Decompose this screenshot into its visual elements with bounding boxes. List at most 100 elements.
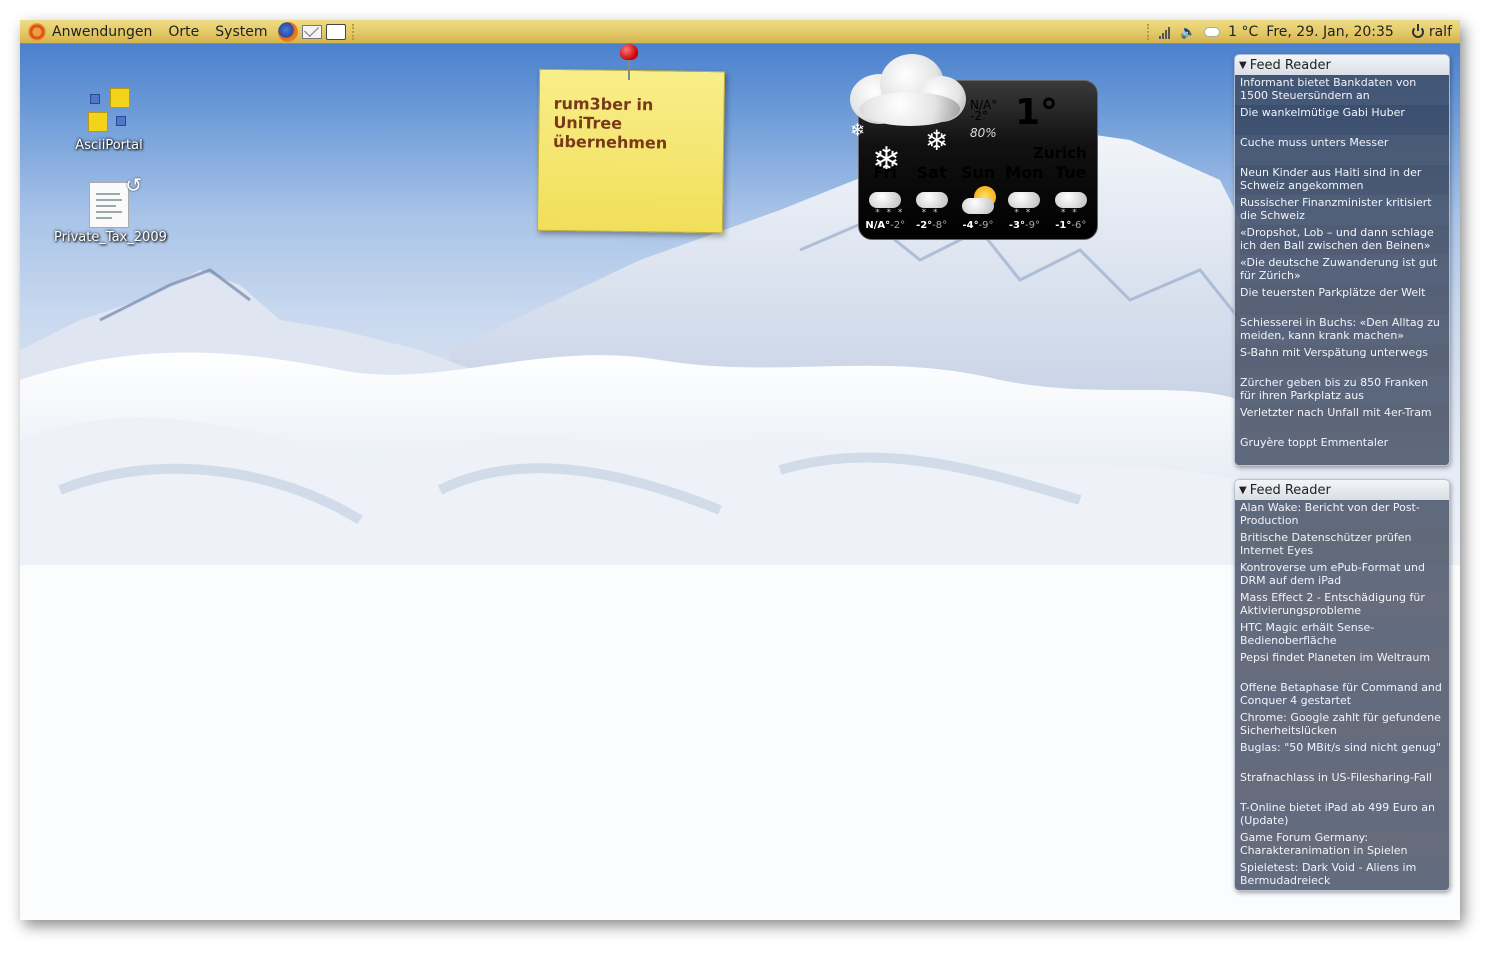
ascii-portal-icon: [84, 86, 134, 136]
forecast-high: -2°: [916, 220, 933, 231]
feed-item[interactable]: Chrome: Google zahlt für gefundene Siche…: [1235, 710, 1449, 740]
forecast-low: -9°: [1024, 220, 1040, 231]
forecast-day-name: Sat: [916, 163, 947, 182]
snow-cloud-icon: * *: [1004, 184, 1044, 218]
forecast-high: -4°: [962, 220, 979, 231]
weather-current-condition: N/A° -2°: [970, 99, 997, 123]
forecast-day-name: Tue: [1055, 163, 1087, 182]
chat-icon: [325, 23, 346, 40]
forecast-day-name: Fri: [873, 163, 897, 182]
forecast-day: Mon * * -3°-9°: [1001, 163, 1047, 231]
feed-reader-header[interactable]: ▼ Feed Reader: [1235, 480, 1449, 500]
feed-reader-2: ▼ Feed Reader Alan Wake: Bericht von der…: [1234, 479, 1450, 891]
feed-item[interactable]: Offene Betaphase für Command and Conquer…: [1235, 680, 1449, 710]
forecast-day-name: Sun: [960, 163, 996, 182]
weather-humidity: 80%: [970, 126, 997, 140]
top-panel: Anwendungen Orte System 🔈 1 °C Fre, 29. …: [20, 20, 1460, 44]
feed-reader-1: ▼ Feed Reader Informant bietet Bankdaten…: [1234, 54, 1450, 466]
feed-item[interactable]: Informant bietet Bankdaten von 1500 Steu…: [1235, 75, 1449, 105]
feed-item[interactable]: Die teuersten Parkplätze der Welt: [1235, 285, 1449, 315]
forecast-low: -2°: [890, 220, 906, 231]
feed-item[interactable]: Neun Kinder aus Haiti sind in der Schwei…: [1235, 165, 1449, 195]
snowflake-icon: ❄: [925, 124, 949, 157]
desktop-icon-label: Private_Tax_2009: [54, 230, 167, 245]
sticky-note-text[interactable]: rum3ber in UniTree übernehmen: [553, 94, 710, 153]
snow-cloud-icon: * *: [912, 184, 952, 218]
clock[interactable]: Fre, 29. Jan, 20:35: [1266, 24, 1394, 40]
weather-tray-icon[interactable]: [1204, 27, 1221, 37]
snow-cloud-icon: * * *: [865, 184, 905, 218]
tray-temperature[interactable]: 1 °C: [1228, 24, 1258, 40]
panel-grip: [351, 23, 358, 40]
push-pin-icon: [620, 44, 638, 94]
feed-item[interactable]: Cuche muss unters Messer: [1235, 135, 1449, 165]
power-icon: [1411, 24, 1424, 38]
weather-city: Zurich: [1033, 144, 1087, 162]
forecast-low: -8°: [932, 220, 948, 231]
forecast-day: Sat * * -2°-8°: [908, 163, 954, 231]
desktop: Anwendungen Orte System 🔈 1 °C Fre, 29. …: [20, 20, 1460, 920]
collapse-triangle-icon[interactable]: ▼: [1239, 485, 1247, 496]
weather-forecast: Fri * * * N/A°-2° Sat * * -2°-8° Sun -4°…: [860, 163, 1096, 231]
feed-item[interactable]: Game Forum Germany: Charakteranimation i…: [1235, 830, 1449, 860]
feed-item[interactable]: «Die deutsche Zuwanderung ist gut für Zü…: [1235, 255, 1449, 285]
system-menu[interactable]: System: [207, 20, 275, 44]
places-menu[interactable]: Orte: [160, 20, 207, 44]
snowflake-icon: ❄: [850, 120, 866, 141]
mail-icon: [301, 24, 322, 39]
chat-launcher[interactable]: [325, 21, 347, 43]
feed-item[interactable]: Buglas: "50 MBit/s sind nicht genug": [1235, 740, 1449, 770]
desktop-icon-label: AsciiPortal: [75, 138, 143, 153]
tray-grip: [1146, 24, 1153, 40]
forecast-day: Sun -4°-9°: [955, 163, 1001, 231]
feed-item[interactable]: Alan Wake: Bericht von der Post-Producti…: [1235, 500, 1449, 530]
feed-item[interactable]: Schiesserei in Buchs: «Den Alltag zu mei…: [1235, 315, 1449, 345]
feed-item[interactable]: Gruyère toppt Emmentaler: [1235, 435, 1449, 465]
cloud-icon: [840, 48, 970, 128]
feed-item[interactable]: Kontroverse um ePub-Format und DRM auf d…: [1235, 560, 1449, 590]
feed-item[interactable]: HTC Magic erhält Sense-Bedienoberfläche: [1235, 620, 1449, 650]
desktop-icon-asciiportal[interactable]: AsciiPortal: [54, 86, 164, 153]
feed-item[interactable]: Verletzter nach Unfall mit 4er-Tram: [1235, 405, 1449, 435]
feed-item[interactable]: «Dropshot, Lob – und dann schlage ich de…: [1235, 225, 1449, 255]
feed-item[interactable]: T-Online bietet iPad ab 499 Euro an (Upd…: [1235, 800, 1449, 830]
firefox-launcher[interactable]: [277, 21, 299, 43]
forecast-high: -1°: [1055, 220, 1072, 231]
applications-menu[interactable]: Anwendungen: [20, 20, 160, 44]
network-signal-icon[interactable]: [1158, 25, 1170, 39]
feed-item[interactable]: Britische Datenschützer prüfen Internet …: [1235, 530, 1449, 560]
user-name: ralf: [1428, 24, 1452, 40]
collapse-triangle-icon[interactable]: ▼: [1239, 60, 1247, 71]
feed-item[interactable]: Russischer Finanzminister kritisiert die…: [1235, 195, 1449, 225]
snow-cloud-icon: * *: [1051, 184, 1091, 218]
feed-reader-title: Feed Reader: [1249, 482, 1331, 498]
feed-item[interactable]: S-Bahn mit Verspätung unterwegs: [1235, 345, 1449, 375]
feed-reader-header[interactable]: ▼ Feed Reader: [1235, 55, 1449, 75]
partly-sunny-icon: [958, 184, 998, 218]
forecast-day: Fri * * * N/A°-2°: [862, 163, 908, 231]
applications-menu-label: Anwendungen: [52, 23, 153, 40]
feed-item[interactable]: Strafnachlass in US-Filesharing-Fall: [1235, 770, 1449, 800]
feed-reader-title: Feed Reader: [1249, 57, 1331, 73]
feed-item[interactable]: Pepsi findet Planeten im Weltraum: [1235, 650, 1449, 680]
system-tray: 🔈 1 °C Fre, 29. Jan, 20:35 ralf: [1143, 20, 1460, 44]
places-menu-label: Orte: [168, 23, 200, 40]
forecast-low: -9°: [978, 220, 994, 231]
forecast-low: -6°: [1071, 220, 1087, 231]
volume-icon[interactable]: 🔈: [1180, 25, 1196, 40]
weather-temperature: 1°: [1015, 92, 1059, 133]
forecast-high: N/A°: [865, 220, 891, 231]
desktop-icon-private-tax[interactable]: ↺ Private_Tax_2009: [54, 173, 167, 245]
mail-launcher[interactable]: [301, 21, 323, 43]
feed-item[interactable]: Spieletest: Dark Void - Aliens im Bermud…: [1235, 860, 1449, 890]
forecast-day: Tue * * -1°-6°: [1048, 163, 1094, 231]
document-link-icon: ↺: [89, 173, 142, 228]
weather-low: -2°: [970, 109, 988, 123]
forecast-high: -3°: [1008, 220, 1025, 231]
ubuntu-logo-icon: [28, 22, 46, 41]
feed-item[interactable]: Zürcher geben bis zu 850 Franken für ihr…: [1235, 375, 1449, 405]
firefox-icon: [277, 21, 298, 42]
feed-item[interactable]: Die wankelmütige Gabi Huber: [1235, 105, 1449, 135]
feed-item[interactable]: Mass Effect 2 - Entschädigung für Aktivi…: [1235, 590, 1449, 620]
user-menu[interactable]: ralf: [1411, 24, 1452, 40]
